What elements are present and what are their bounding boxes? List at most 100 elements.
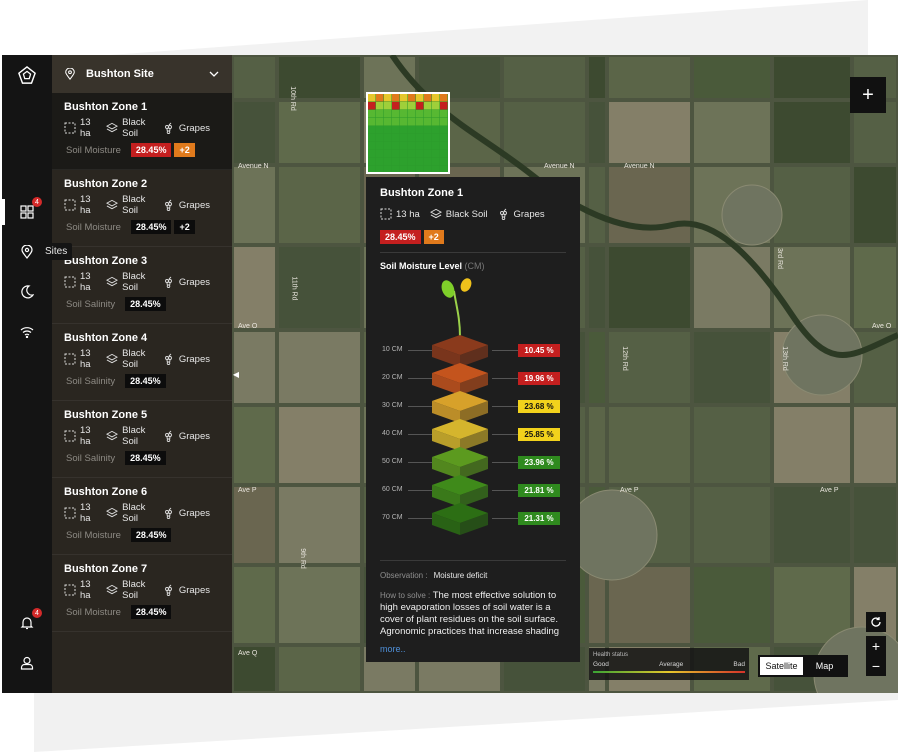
wifi-icon[interactable] bbox=[16, 321, 38, 343]
zone-item[interactable]: Bushton Zone 6 13 ha Black Soil Grapes Soil … bbox=[52, 478, 232, 555]
map-field bbox=[279, 167, 360, 243]
map-field bbox=[609, 247, 690, 328]
map-field bbox=[589, 247, 605, 328]
map-field bbox=[234, 247, 275, 328]
thumbnail-cell bbox=[368, 126, 376, 134]
thumbnail-cell bbox=[384, 110, 392, 118]
soil-layers-icon bbox=[106, 430, 119, 442]
thumbnail-cell bbox=[376, 150, 384, 158]
zone-metric-value: 28.45% bbox=[125, 297, 166, 311]
zone-metric-label: Soil Salinity bbox=[66, 298, 116, 310]
card-soil: Black Soil bbox=[445, 208, 488, 220]
map-field bbox=[234, 567, 275, 643]
thumbnail-cell bbox=[432, 166, 440, 172]
map-field bbox=[589, 407, 605, 483]
soil-column-graphic bbox=[432, 278, 488, 535]
zone-metric-label: Soil Moisture bbox=[66, 606, 121, 618]
site-selector-label: Bushton Site bbox=[86, 68, 154, 80]
zone-area: 13 ha bbox=[80, 425, 91, 447]
thumbnail-cell bbox=[376, 94, 384, 102]
zone-extra-chip[interactable]: +2 bbox=[174, 220, 195, 234]
zone-extra-chip[interactable]: +2 bbox=[174, 143, 195, 157]
zone-item[interactable]: Bushton Zone 4 13 ha Black Soil Grapes Soil … bbox=[52, 324, 232, 401]
road-label: Ave Q bbox=[238, 650, 258, 657]
zone-item[interactable]: Bushton Zone 7 13 ha Black Soil Grapes Soil … bbox=[52, 555, 232, 632]
thumbnail-cell bbox=[432, 110, 440, 118]
thumbnail-cell bbox=[440, 158, 448, 166]
soil-layers-icon bbox=[429, 208, 442, 220]
map-field bbox=[504, 57, 585, 98]
zone-item[interactable]: Bushton Zone 3 13 ha Black Soil Grapes Soil … bbox=[52, 247, 232, 324]
zones-panel: Bushton Site Bushton Zone 1 13 ha Black So… bbox=[52, 55, 232, 693]
thumbnail-cell bbox=[424, 166, 432, 172]
thumbnail-cell bbox=[424, 134, 432, 142]
map-field bbox=[589, 167, 605, 243]
dashboard-icon[interactable]: 4 bbox=[16, 197, 42, 223]
zone-item[interactable]: Bushton Zone 5 13 ha Black Soil Grapes Soil … bbox=[52, 401, 232, 478]
refresh-button[interactable] bbox=[866, 612, 886, 632]
thumbnail-cell bbox=[408, 126, 416, 134]
thumbnail-cell bbox=[440, 134, 448, 142]
location-pin-icon[interactable] bbox=[16, 241, 38, 263]
map-field bbox=[279, 332, 360, 403]
grapes-icon bbox=[163, 199, 175, 211]
site-selector[interactable]: Bushton Site bbox=[52, 55, 232, 93]
map-field bbox=[279, 567, 360, 643]
thumbnail-cell bbox=[432, 150, 440, 158]
notifications-bell-icon[interactable]: 4 bbox=[16, 608, 42, 634]
soil-layers-icon bbox=[106, 122, 119, 134]
zoom-out-button[interactable]: − bbox=[866, 656, 886, 676]
soil-layers-icon bbox=[106, 584, 119, 596]
add-button[interactable]: + bbox=[850, 77, 886, 113]
zone-metric-label: Soil Salinity bbox=[66, 452, 116, 464]
card-extra-chip[interactable]: +2 bbox=[423, 230, 444, 244]
logo-icon[interactable] bbox=[16, 64, 38, 86]
section-title-text: Soil Moisture Level bbox=[380, 261, 463, 271]
thumbnail-cell bbox=[440, 166, 448, 172]
thumbnail-cell bbox=[400, 118, 408, 126]
plus-icon: + bbox=[862, 83, 874, 106]
thumbnail-cell bbox=[416, 158, 424, 166]
collapse-panel-handle[interactable]: ◀ bbox=[232, 367, 240, 381]
zone-metric-label: Soil Moisture bbox=[66, 529, 121, 541]
satellite-map[interactable]: Avenue N Avenue N Avenue N Ave O Ave O Ave P A… bbox=[232, 55, 898, 693]
zone-area: 13 ha bbox=[80, 117, 91, 139]
zone-title: Bushton Zone 7 bbox=[64, 563, 148, 575]
satellite-view-option[interactable]: Satellite bbox=[760, 657, 803, 675]
thumbnail-cell bbox=[432, 158, 440, 166]
thumbnail-cell bbox=[400, 126, 408, 134]
zoom-in-button[interactable]: + bbox=[866, 636, 886, 656]
moon-icon[interactable] bbox=[16, 281, 38, 303]
dashboard-badge: 4 bbox=[32, 197, 42, 207]
map-field bbox=[854, 407, 896, 483]
user-profile-icon[interactable] bbox=[16, 652, 38, 674]
map-field bbox=[609, 57, 690, 98]
thumbnail-cell bbox=[400, 158, 408, 166]
map-view-toggle: Satellite Map bbox=[758, 655, 848, 677]
depth-guide-line bbox=[408, 378, 432, 379]
road-label: Ave O bbox=[238, 323, 258, 330]
thumbnail-cell bbox=[368, 134, 376, 142]
thumbnail-cell bbox=[416, 94, 424, 102]
map-field bbox=[589, 57, 605, 98]
map-field bbox=[774, 567, 850, 643]
thumbnail-cell bbox=[408, 134, 416, 142]
thumbnail-cell bbox=[408, 158, 416, 166]
zone-metric-value: 28.45% bbox=[130, 143, 172, 157]
thumbnail-cell bbox=[424, 158, 432, 166]
thumbnail-cell bbox=[400, 166, 408, 172]
thumbnail-cell bbox=[368, 94, 376, 102]
thumbnail-cell bbox=[440, 142, 448, 150]
observation-label: Observation : bbox=[380, 571, 428, 580]
area-icon bbox=[64, 353, 76, 365]
thumbnail-cell bbox=[368, 118, 376, 126]
thumbnail-cell bbox=[384, 142, 392, 150]
map-field bbox=[854, 167, 896, 243]
thumbnail-cell bbox=[384, 166, 392, 172]
zone-item[interactable]: Bushton Zone 1 13 ha Black Soil Grapes Soil … bbox=[52, 93, 232, 170]
layer-moisture-value: 23.68 % bbox=[518, 400, 560, 413]
zone-item[interactable]: Bushton Zone 2 13 ha Black Soil Grapes Soil … bbox=[52, 170, 232, 247]
more-link[interactable]: more.. bbox=[380, 644, 566, 654]
map-view-option[interactable]: Map bbox=[803, 657, 846, 675]
depth-guide-line bbox=[408, 406, 432, 407]
